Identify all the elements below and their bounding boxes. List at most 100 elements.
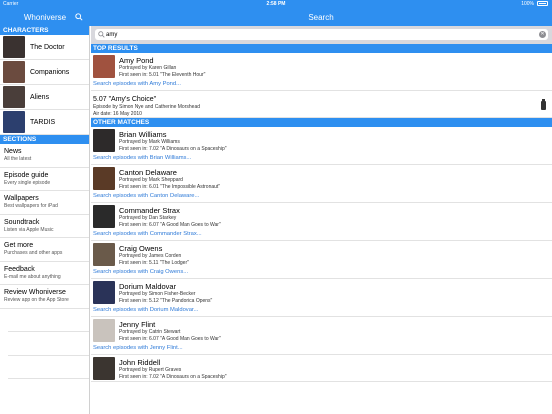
search-episodes-link[interactable]: Search episodes with Craig Owens... xyxy=(91,267,552,278)
result-portrayed: Portrayed by Karen Gillan xyxy=(119,65,177,71)
result-portrayed: Portrayed by Dan Starkey xyxy=(119,215,177,221)
match-row[interactable]: Jenny Flint Portrayed by Catrin Stewart Fi… xyxy=(91,317,552,355)
sidebar-item-character[interactable]: TARDIS xyxy=(0,110,89,135)
search-input[interactable] xyxy=(106,29,536,40)
sidebar: CHARACTERS The Doctor Companions Aliens TAR… xyxy=(0,26,90,414)
empty-row xyxy=(8,332,89,356)
character-thumbnail xyxy=(3,111,25,133)
sidebar-item-character[interactable]: The Doctor xyxy=(0,35,89,60)
sidebar-item-character[interactable]: Companions xyxy=(0,60,89,85)
section-title: Feedback xyxy=(4,265,35,273)
section-subtitle: Best wallpapers for iPad xyxy=(4,203,58,209)
result-name: Brian Williams xyxy=(119,130,167,139)
result-first-seen: First seen in: 7.02 "A Dinosaurs on a Sp… xyxy=(119,374,227,380)
result-portrayed: Portrayed by Rupert Graves xyxy=(119,367,182,373)
battery-percent: 100% xyxy=(521,1,534,7)
navigation-bar: Whoniverse Search xyxy=(0,9,552,26)
search-episodes-link[interactable]: Search episodes with Commander Strax... xyxy=(91,229,552,240)
section-title: Wallpapers xyxy=(4,195,39,202)
character-thumbnail xyxy=(93,205,115,228)
clock: 2:58 PM xyxy=(266,1,286,7)
clear-icon[interactable]: ✕ xyxy=(539,31,546,38)
result-first-seen: First seen in: 7.02 "A Dinosaurs on a Sp… xyxy=(119,146,227,152)
search-episodes-link[interactable]: Search episodes with Amy Pond... xyxy=(91,79,552,90)
result-name: Craig Owens xyxy=(119,244,163,253)
magnifier-icon xyxy=(98,31,105,38)
result-first-seen: First seen in: 6.07 "A Good Man Goes to … xyxy=(119,336,221,342)
section-subtitle: All the latest xyxy=(4,156,32,162)
search-episodes-link[interactable]: Search episodes with Jenny Flint... xyxy=(91,343,552,354)
character-thumbnail xyxy=(93,167,115,190)
search-episodes-link[interactable]: Search episodes with Brian Williams... xyxy=(91,153,552,164)
character-thumbnail xyxy=(3,86,25,108)
sidebar-item-section[interactable]: Wallpapers Best wallpapers for iPad xyxy=(0,191,89,215)
match-row[interactable]: Dorium Maldovar Portrayed by Simon Fisher… xyxy=(91,279,552,317)
section-title: Get more xyxy=(4,242,34,249)
character-thumbnail xyxy=(93,319,115,342)
result-name: John Riddell xyxy=(119,358,161,367)
section-subtitle: E-mail me about anything xyxy=(4,273,61,280)
sidebar-item-section[interactable]: News All the latest xyxy=(0,144,89,168)
match-row[interactable]: Craig Owens Portrayed by James Corden Firs… xyxy=(91,241,552,279)
result-portrayed: Portrayed by Mark Sheppard xyxy=(119,177,183,183)
character-thumbnail xyxy=(93,281,115,304)
search-episodes-link[interactable]: Search episodes with Dorium Maldovar... xyxy=(91,305,552,316)
status-bar: Carrier 2:58 PM 100% xyxy=(0,0,552,9)
page-title: Search xyxy=(308,13,334,22)
search-episodes-link[interactable]: Search episodes with Canton Delaware... xyxy=(91,191,552,202)
result-first-seen: First seen in: 5.11 "The Lodger" xyxy=(119,260,189,266)
character-thumbnail xyxy=(3,36,25,58)
section-title: Soundtrack xyxy=(4,218,40,226)
sections-header: SECTIONS xyxy=(0,135,89,144)
sidebar-item-label: The Doctor xyxy=(30,43,65,51)
episode-result-row[interactable]: 5.07 "Amy's Choice" Episode by Simon Nye… xyxy=(91,91,552,118)
other-matches-list: Brian Williams Portrayed by Mark Williams… xyxy=(91,127,552,382)
section-title: Episode guide xyxy=(4,171,49,179)
section-subtitle: Listen via Apple Music xyxy=(4,226,54,233)
character-thumbnail xyxy=(93,357,115,380)
result-portrayed: Portrayed by James Corden xyxy=(119,253,182,259)
sidebar-item-section[interactable]: Get more Purchases and other apps xyxy=(0,238,89,262)
sidebar-item-section[interactable]: Episode guide Every single episode xyxy=(0,168,89,191)
sidebar-item-section[interactable]: Soundtrack Listen via Apple Music xyxy=(0,215,89,238)
result-portrayed: Portrayed by Catrin Stewart xyxy=(119,329,181,335)
match-row[interactable]: Brian Williams Portrayed by Mark Williams… xyxy=(91,127,552,165)
result-portrayed: Portrayed by Simon Fisher-Becker xyxy=(119,291,196,297)
other-matches-header: OTHER MATCHES xyxy=(91,118,552,127)
sidebar-item-section[interactable]: Feedback E-mail me about anything xyxy=(0,262,89,285)
search-bar: ✕ xyxy=(91,26,552,44)
match-row[interactable]: Canton Delaware Portrayed by Mark Sheppar… xyxy=(91,165,552,203)
section-subtitle: Purchases and other apps xyxy=(4,250,63,256)
result-name: Commander Strax xyxy=(119,206,180,215)
sections-list: News All the latest Episode guide Every sin… xyxy=(0,144,89,309)
sidebar-item-label: Companions xyxy=(30,68,70,76)
sidebar-item-section[interactable]: Review Whoniverse Review app on the App S… xyxy=(0,285,89,309)
sidebar-item-character[interactable]: Aliens xyxy=(0,85,89,110)
empty-row xyxy=(8,356,89,379)
character-thumbnail xyxy=(3,61,25,83)
search-field[interactable]: ✕ xyxy=(95,29,548,40)
episode-title: 5.07 "Amy's Choice" xyxy=(93,96,157,103)
section-subtitle: Review app on the App Store xyxy=(4,297,69,303)
section-title: Review Whoniverse xyxy=(4,289,66,296)
top-results-header: TOP RESULTS xyxy=(91,44,552,53)
battery-icon xyxy=(537,1,548,6)
sidebar-item-label: Aliens xyxy=(30,93,50,101)
character-thumbnail xyxy=(93,55,115,78)
result-name: Canton Delaware xyxy=(119,168,177,177)
section-title: News xyxy=(4,148,22,155)
result-name: Amy Pond xyxy=(119,56,154,65)
top-result-row[interactable]: Amy Pond Portrayed by Karen Gillan First… xyxy=(91,53,552,91)
search-icon[interactable] xyxy=(75,13,83,21)
result-name: Dorium Maldovar xyxy=(119,282,177,291)
result-first-seen: First seen in: 6.01 "The Impossible Astr… xyxy=(119,184,221,190)
sidebar-item-label: TARDIS xyxy=(30,118,56,126)
empty-row xyxy=(8,309,89,332)
match-row[interactable]: John Riddell Portrayed by Rupert Graves Fi… xyxy=(91,355,552,382)
episode-air-date: Air date: 16 May 2010 xyxy=(93,110,142,117)
character-thumbnail xyxy=(93,243,115,266)
bottle-icon xyxy=(541,99,546,110)
result-first-seen: First seen in: 5.01 "The Eleventh Hour" xyxy=(119,72,206,78)
search-results-panel: ✕ TOP RESULTS Amy Pond Portrayed by Kare… xyxy=(91,26,552,414)
match-row[interactable]: Commander Strax Portrayed by Dan Starkey F… xyxy=(91,203,552,241)
